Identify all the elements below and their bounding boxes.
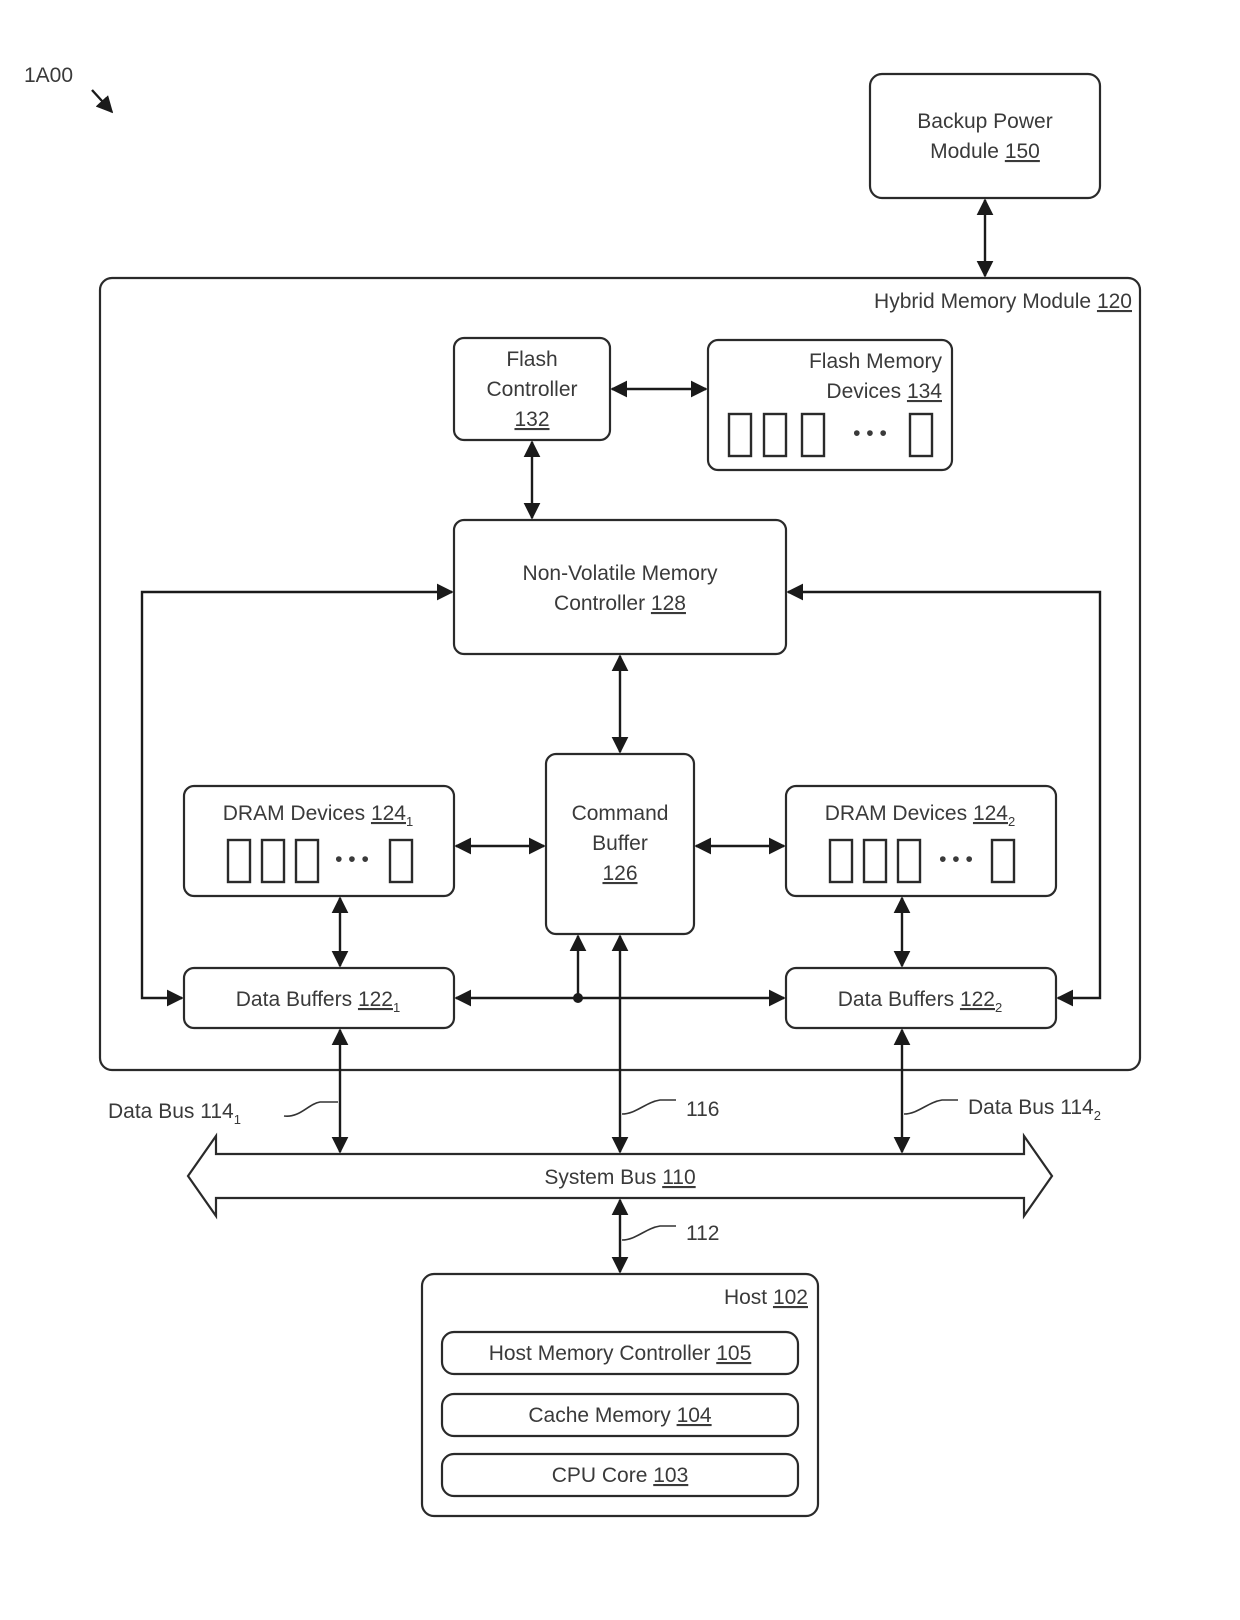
command-buffer-line1: Command — [572, 802, 669, 825]
data-bus-1-callout: Data Bus 1141 — [108, 1100, 241, 1127]
flash-chip-icon — [727, 412, 753, 458]
dram-devices-2[interactable]: DRAM Devices 1242 • • • — [784, 784, 1058, 898]
dram-chip-icon — [294, 838, 320, 884]
host-memory-controller-label: Host Memory Controller 105 — [489, 1342, 752, 1365]
data-bus-2-callout: Data Bus 1142 — [968, 1096, 1101, 1123]
dram-chip-icon — [828, 838, 854, 884]
dram-chip-icon — [388, 838, 414, 884]
hybrid-memory-module-label: Hybrid Memory Module 120 — [874, 290, 1132, 313]
flash-devices-line2: Devices 134 — [826, 380, 942, 403]
flash-chip-icon — [908, 412, 934, 458]
command-buffer[interactable]: Command Buffer 126 — [544, 752, 696, 936]
host-link-callout: 112 — [686, 1222, 719, 1245]
hybrid-memory-diagram: 1A00 Backup Power Module 150 Hybrid Memo… — [24, 64, 1142, 1518]
flash-controller[interactable]: Flash Controller 132 — [452, 336, 612, 442]
dram-chip-icon — [226, 838, 252, 884]
data-buffers-1[interactable]: Data Buffers 1221 — [182, 966, 456, 1030]
cache-memory[interactable]: Cache Memory 104 — [440, 1392, 800, 1438]
flash-controller-line2: Controller — [486, 378, 577, 401]
data-bus-1-leader — [283, 1101, 338, 1117]
flash-memory-devices[interactable]: Flash Memory Devices 134 • • • — [706, 338, 954, 472]
command-buffer-ref: 126 — [602, 862, 637, 885]
backup-power-line2: Module 150 — [930, 140, 1040, 163]
data-buffers-2[interactable]: Data Buffers 1222 — [784, 966, 1058, 1030]
host-link-leader — [621, 1225, 676, 1241]
host-memory-controller[interactable]: Host Memory Controller 105 — [440, 1330, 800, 1376]
dram-chip-icon — [990, 838, 1016, 884]
nvm-controller-line1: Non-Volatile Memory — [523, 562, 718, 585]
flash-chip-icon — [800, 412, 826, 458]
dram-chip-icon — [896, 838, 922, 884]
flash-controller-line1: Flash — [506, 348, 557, 371]
figure-id-arrow — [91, 89, 114, 114]
host-label: Host 102 — [724, 1286, 808, 1309]
dram-chip-icon — [862, 838, 888, 884]
dram-chip-icon — [260, 838, 286, 884]
flash-chip-ellipsis: • • • — [853, 422, 887, 445]
backup-power-line1: Backup Power — [917, 110, 1052, 133]
command-bus-leader — [621, 1099, 676, 1115]
flash-chip-icon — [762, 412, 788, 458]
cache-memory-label: Cache Memory 104 — [528, 1404, 712, 1427]
cpu-core-label: CPU Core 103 — [552, 1464, 689, 1487]
flash-devices-line1: Flash Memory — [809, 350, 943, 373]
data-buffers-2-label: Data Buffers 1222 — [838, 988, 1002, 1015]
flash-controller-ref: 132 — [514, 408, 549, 431]
dram-2-ellipsis: • • • — [939, 848, 973, 871]
dram-1-ellipsis: • • • — [335, 848, 369, 871]
dram-1-label: DRAM Devices 1241 — [223, 802, 413, 829]
command-buffer-line2: Buffer — [592, 832, 648, 855]
dram-devices-1[interactable]: DRAM Devices 1241 • • • — [182, 784, 456, 898]
data-buffers-1-label: Data Buffers 1221 — [236, 988, 400, 1015]
dram-2-label: DRAM Devices 1242 — [825, 802, 1015, 829]
data-bus-2-leader — [903, 1099, 958, 1115]
command-bus-callout: 116 — [686, 1098, 719, 1121]
nvm-controller[interactable]: Non-Volatile Memory Controller 128 — [452, 518, 788, 656]
cpu-core[interactable]: CPU Core 103 — [440, 1452, 800, 1498]
backup-power-module[interactable]: Backup Power Module 150 — [868, 72, 1102, 200]
system-bus-label: System Bus 110 — [544, 1166, 695, 1189]
control-bus-junction — [573, 993, 583, 1003]
figure-id-label: 1A00 — [24, 64, 73, 87]
nvm-controller-line2: Controller 128 — [554, 592, 686, 615]
